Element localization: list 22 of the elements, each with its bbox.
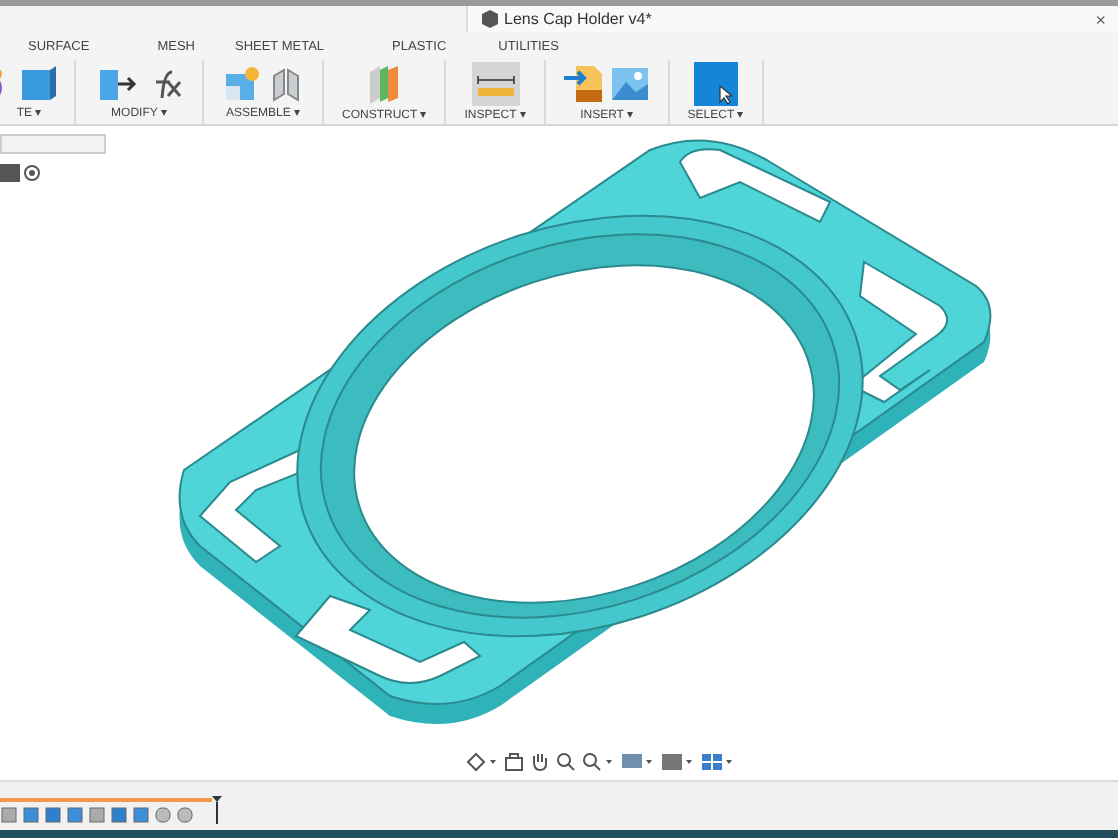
timeline-marker-icon[interactable] <box>212 796 222 824</box>
zoom-window-icon[interactable] <box>582 752 614 772</box>
zoom-icon[interactable] <box>556 752 576 772</box>
component-icon[interactable] <box>222 63 262 103</box>
grid-settings-icon[interactable] <box>660 752 694 772</box>
cube-icon <box>480 10 498 28</box>
pan-hand-icon[interactable] <box>530 752 550 772</box>
box-icon[interactable] <box>18 63 58 103</box>
document-title: Lens Cap Holder v4* <box>504 10 654 28</box>
viewports-icon[interactable] <box>700 752 734 772</box>
select-icon[interactable] <box>693 62 738 106</box>
insert-file-icon[interactable] <box>563 62 604 106</box>
image-icon[interactable] <box>609 64 650 104</box>
measure-icon[interactable] <box>471 62 520 106</box>
document-tab[interactable]: Lens Cap Holder v4* × <box>466 6 1118 32</box>
lens-cap-holder-model-drawing[interactable] <box>178 139 992 724</box>
visibility-toggle-icon[interactable] <box>0 164 44 182</box>
joint-icon[interactable] <box>268 63 304 103</box>
close-button[interactable]: × <box>1095 9 1106 29</box>
orbit-icon[interactable] <box>466 752 498 772</box>
look-at-icon[interactable] <box>504 752 524 772</box>
display-settings-icon[interactable] <box>620 752 654 772</box>
